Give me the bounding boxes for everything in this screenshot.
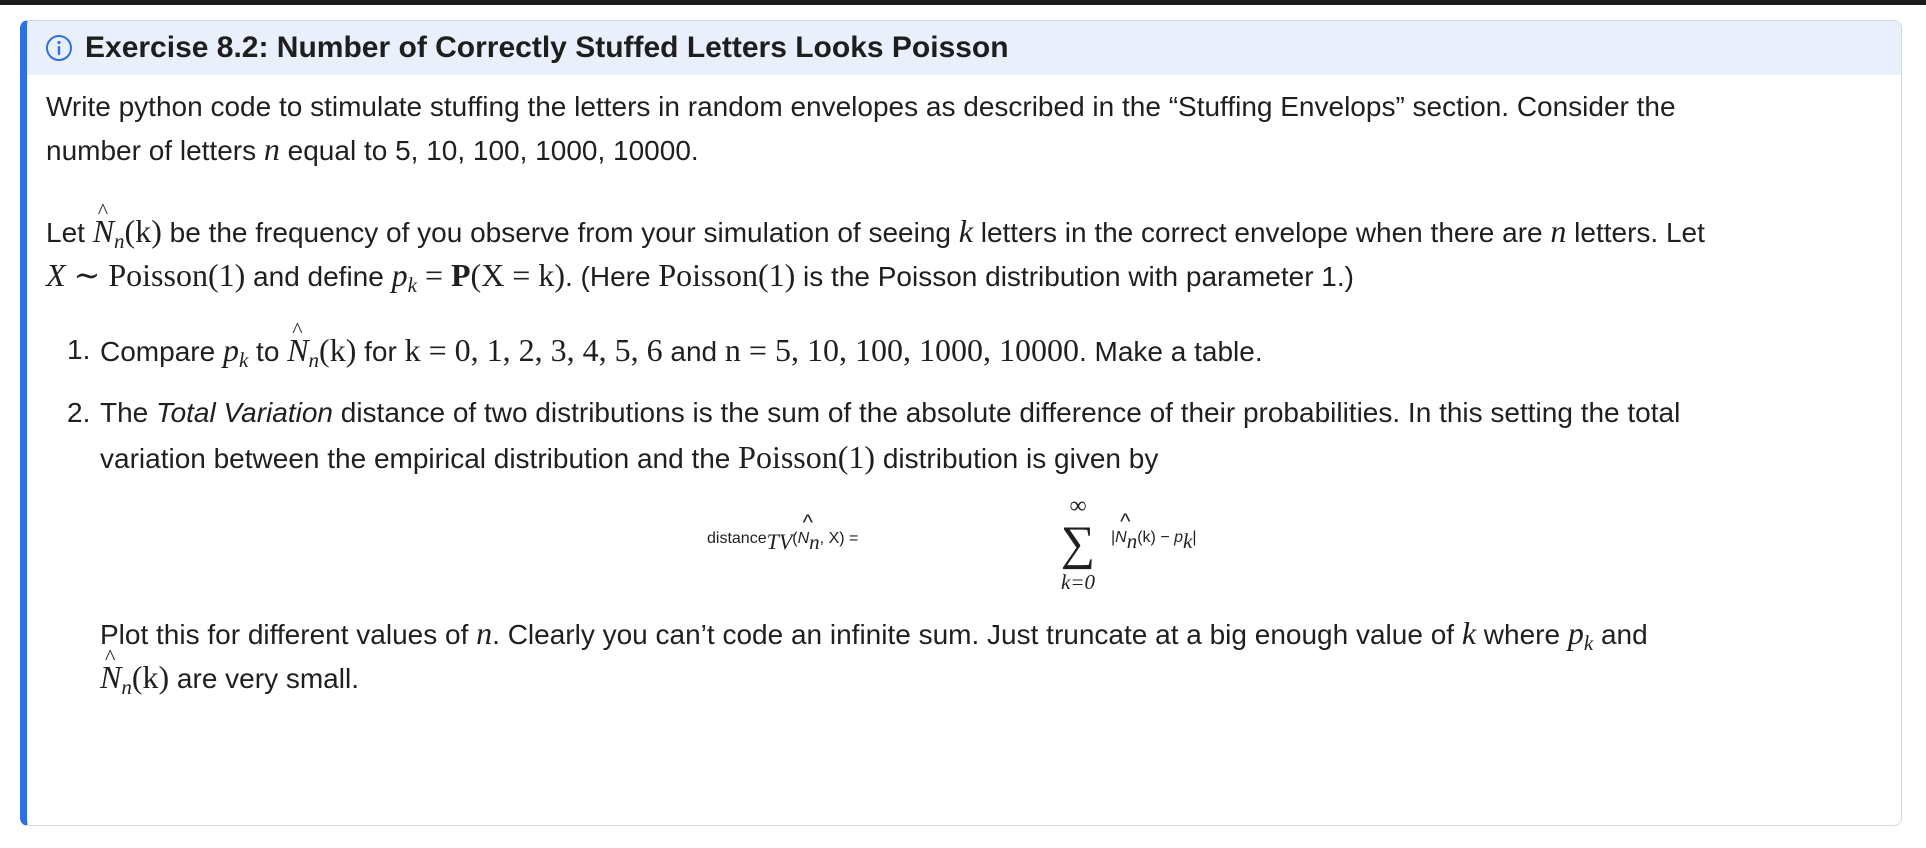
text: are very small. — [169, 663, 359, 694]
term-total-variation: Total Variation — [156, 397, 333, 428]
math-eq: = — [416, 257, 451, 293]
math-k: (k) − — [1137, 529, 1175, 546]
math-sub: n — [114, 229, 125, 253]
item2-plot-line2: Nn(k) are very small. — [100, 635, 359, 709]
math-p: p — [391, 257, 408, 293]
math-N-hat: N — [287, 308, 308, 372]
text: where — [1476, 619, 1568, 650]
math-k: (k) — [131, 659, 170, 695]
sum-lower-limit: k=0 — [1061, 570, 1095, 594]
sum-operator: ∞ ∑ k=0 — [1050, 493, 1106, 595]
math-sub: k — [1583, 631, 1594, 655]
math-n: n — [476, 615, 493, 651]
math-k: k — [1461, 615, 1477, 651]
math-sub-tv: TV — [766, 529, 793, 554]
item2-line1: The Total Variation distance of two dist… — [100, 391, 1680, 435]
window-top-strip — [0, 0, 1926, 5]
math-n: n — [1550, 213, 1567, 249]
para1-line1: Write python code to stimulate stuffing … — [46, 91, 1676, 122]
exercise-callout: Exercise 8.2: Number of Correctly Stuffe… — [20, 20, 1902, 826]
math-sub: k — [238, 348, 249, 372]
math-sub: k — [407, 273, 417, 297]
text: be the frequency of you observe from you… — [161, 217, 959, 248]
formula-rhs: |Nn(k) − pk| — [1111, 509, 1197, 554]
text: and — [1593, 619, 1648, 650]
text: Compare — [100, 336, 223, 367]
math-k: (k) — [319, 332, 357, 368]
math-k-values: k = 0, 1, 2, 3, 4, 5, 6 — [404, 332, 663, 368]
text: and — [662, 336, 725, 367]
math-p: p — [222, 332, 239, 368]
text: letters. Let — [1566, 217, 1705, 248]
math-n: n — [263, 131, 280, 167]
math-args: , X) = — [819, 530, 859, 547]
list-number-1: 1. — [67, 334, 91, 365]
math-poisson: Poisson(1) — [738, 439, 876, 475]
callout-header: Exercise 8.2: Number of Correctly Stuffe… — [27, 21, 1901, 75]
text: distribution is given by — [875, 443, 1159, 474]
text: The — [100, 397, 157, 428]
para1-line2: number of letters n equal to 5, 10, 100,… — [46, 127, 699, 173]
text: Plot this for different values of — [100, 619, 477, 650]
sum-symbol: ∑ — [1060, 517, 1096, 570]
math-N-hat: N — [100, 635, 121, 699]
sum-upper-limit: ∞ — [1069, 493, 1087, 519]
math-sub: n — [308, 348, 320, 372]
math-n-values: n = 5, 10, 100, 1000, 10000 — [724, 332, 1079, 368]
math-X: X — [46, 257, 66, 293]
text: . Make a table. — [1078, 336, 1263, 367]
text: number of letters — [46, 135, 264, 166]
text: Let — [46, 217, 93, 248]
text: to — [248, 336, 288, 367]
formula-lhs: distanceTV(Nn, X) = — [707, 510, 859, 555]
para2-line2: X ∼ Poisson(1) and define pk = P(X = k).… — [46, 253, 1354, 307]
math-N-hat: N — [798, 510, 813, 548]
text: equal to 5, 10, 100, 1000, 10000. — [279, 135, 699, 166]
info-circle-icon — [45, 34, 73, 62]
math-abs: | — [1192, 529, 1197, 546]
math-N-hat: N — [1115, 509, 1130, 547]
math-poisson: Poisson(1) — [658, 257, 796, 293]
text: and define — [245, 261, 392, 292]
item2-line2: variation between the empirical distribu… — [100, 435, 1158, 481]
item1-line: Compare pk to Nn(k) for k = 0, 1, 2, 3, … — [100, 308, 1263, 382]
math-k: k — [958, 213, 973, 249]
list-number-2: 2. — [67, 397, 91, 428]
text: . Clearly you can’t code an infinite sum… — [492, 619, 1462, 650]
math-P: P — [450, 257, 471, 293]
math-sim-poisson: ∼ Poisson(1) — [65, 257, 246, 293]
text: letters in the correct envelope when the… — [972, 217, 1551, 248]
math-p: p — [1174, 529, 1184, 546]
tv-distance-formula: distanceTV(Nn, X) = ∞ ∑ k=0 |Nn(k) − pk| — [707, 493, 1347, 613]
callout-title: Exercise 8.2: Number of Correctly Stuffe… — [85, 31, 1009, 64]
text: is the Poisson distribution with paramet… — [795, 261, 1354, 292]
math-k: (k) — [124, 213, 162, 249]
text: . (Here — [565, 261, 659, 292]
text: for — [356, 336, 405, 367]
text: variation between the empirical distribu… — [100, 443, 739, 474]
math-sub: n — [121, 675, 132, 699]
math-p: p — [1567, 615, 1584, 651]
math-sub: k — [1183, 529, 1193, 553]
text: distance of two distributions is the sum… — [332, 397, 1681, 428]
math-Xk: (X = k) — [470, 257, 565, 293]
math-distance: distance — [707, 530, 767, 547]
math-N-hat: N — [93, 189, 114, 253]
